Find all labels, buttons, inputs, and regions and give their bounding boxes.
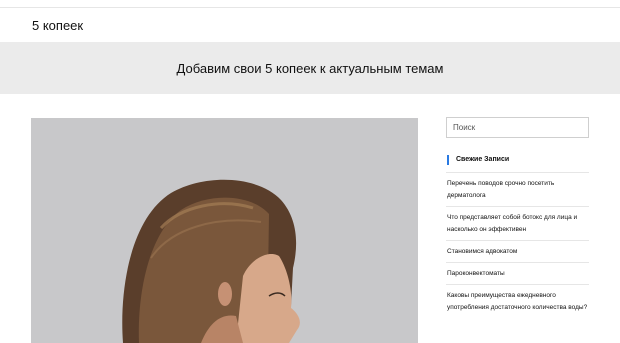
list-item: Каковы преимущества ежедневного употребл… <box>446 284 589 318</box>
hero-banner: Добавим свои 5 копеек к актуальным темам <box>0 42 620 94</box>
list-item: Пароконвектоматы <box>446 262 589 284</box>
woman-portrait-illustration <box>31 118 418 343</box>
top-divider <box>0 7 620 8</box>
list-item: Что представляет собой ботокс для лица и… <box>446 206 589 240</box>
list-item: Перечень поводов срочно посетить дермато… <box>446 172 589 206</box>
recent-post-link[interactable]: Перечень поводов срочно посетить дермато… <box>447 180 554 199</box>
site-title-link[interactable]: 5 копеек <box>32 18 83 33</box>
hero-tagline: Добавим свои 5 копеек к актуальным темам <box>176 60 444 76</box>
search-input[interactable] <box>446 117 589 138</box>
featured-image[interactable] <box>31 118 418 343</box>
recent-post-link[interactable]: Пароконвектоматы <box>447 270 505 277</box>
recent-post-link[interactable]: Что представляет собой ботокс для лица и… <box>447 214 577 233</box>
recent-post-link[interactable]: Каковы преимущества ежедневного употребл… <box>447 292 587 311</box>
recent-post-link[interactable]: Становимся адвокатом <box>447 248 517 255</box>
recent-posts-title: Свежие Записи <box>447 155 509 165</box>
list-item: Становимся адвокатом <box>446 240 589 262</box>
recent-posts-list: Перечень поводов срочно посетить дермато… <box>446 172 589 318</box>
